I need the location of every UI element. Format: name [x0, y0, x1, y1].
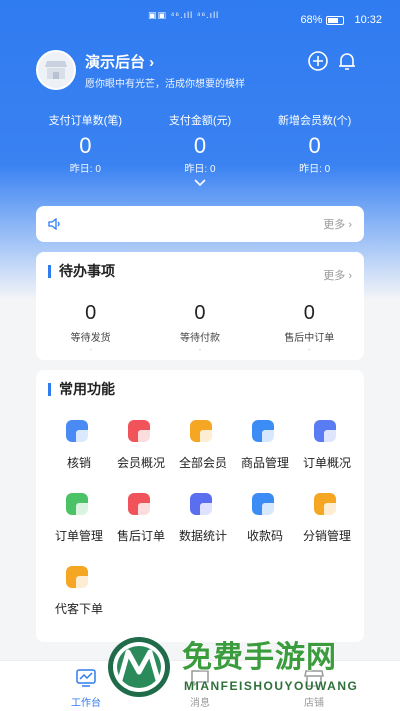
todo-label: 等待发货 [70, 333, 111, 344]
function-label: 会员概况 [116, 456, 165, 470]
icon-front-shape [76, 430, 94, 444]
speaker-icon [48, 218, 60, 230]
stat-label: 支付订单数(笔) [48, 115, 122, 127]
store-slogan: 愿你眼中有光芒，活成你想要的模样 [85, 78, 245, 90]
after-sale-icon [128, 491, 156, 517]
todo-item-after-sale[interactable]: 0 售后中订单 - [255, 302, 364, 354]
function-item[interactable]: 数据统计 [172, 491, 234, 544]
functions-grid: 核销 会员概况 全部会员 商品管理 订单概况订单管理 售后订单 数据统计 收款码 分销管理代客下… [48, 418, 358, 617]
cart-icon [252, 418, 280, 444]
stat-value: 0 [193, 133, 207, 158]
function-item[interactable]: 商品管理 [234, 418, 296, 471]
watermark-subtitle: MIANFEISHOUYOUWANG [184, 679, 359, 693]
function-label: 订单管理 [54, 529, 103, 543]
watermark-logo [108, 637, 170, 697]
stats-icon [190, 491, 218, 517]
function-item[interactable]: 收款码 [234, 491, 296, 544]
all-members-icon [190, 418, 218, 444]
store-name: 演示后台 › [85, 53, 155, 71]
stat-yesterday: 昨日: 0 [299, 164, 331, 175]
stat-value: 0 [79, 133, 92, 158]
icon-front-shape [200, 430, 218, 444]
watermark-title: 免费手游网 [182, 641, 337, 674]
notice-bar[interactable]: 更多 › [36, 206, 364, 242]
chevron-down-icon[interactable] [193, 178, 207, 188]
stat-new-members[interactable]: 新增会员数(个) 0 昨日: 0 [257, 112, 372, 175]
todo-dash: - [307, 345, 311, 354]
status-bar: ▣▣ ⁴⁶.ıll ⁴⁶.ıll 68% 10:32 [0, 0, 400, 38]
icon-front-shape [76, 503, 94, 517]
icon-front-shape [262, 430, 280, 444]
order-manage-icon [66, 491, 94, 517]
stats-panel: 支付订单数(笔) 0 昨日: 0 支付金额(元) 0 昨日: 0 新增会员数(个… [28, 112, 372, 175]
workbench-icon [76, 669, 96, 687]
verify-icon [66, 418, 94, 444]
todo-value: 0 [85, 302, 97, 324]
battery-icon [326, 15, 345, 25]
proxy-order-icon [66, 564, 94, 590]
todo-item-awaiting-shipment[interactable]: 0 等待发货 - [36, 302, 145, 354]
function-item[interactable]: 代客下单 [48, 564, 110, 617]
todo-item-awaiting-payment[interactable]: 0 等待付款 - [145, 302, 254, 354]
function-label: 全部会员 [178, 456, 227, 470]
member-overview-icon [128, 418, 156, 444]
function-label: 核销 [66, 456, 91, 470]
clock: 10:32 [354, 14, 382, 26]
stat-label: 支付金额(元) [168, 115, 232, 127]
function-item[interactable]: 会员概况 [110, 418, 172, 471]
stat-paid-amount[interactable]: 支付金额(元) 0 昨日: 0 [143, 112, 258, 175]
todo-more-link[interactable]: 更多 › [323, 267, 352, 283]
function-label: 分销管理 [302, 529, 351, 543]
todo-dash: - [89, 345, 92, 354]
function-item[interactable]: 订单管理 [48, 491, 110, 544]
icon-front-shape [324, 503, 342, 517]
stat-label: 新增会员数(个) [278, 115, 352, 127]
function-label: 收款码 [246, 529, 283, 543]
todo-value: 0 [194, 302, 206, 324]
function-label: 订单概况 [302, 456, 351, 470]
icon-front-shape [138, 430, 156, 444]
bell-icon[interactable] [336, 50, 358, 72]
function-label: 代客下单 [54, 602, 103, 616]
stat-yesterday: 昨日: 0 [184, 164, 216, 175]
todo-label: 等待付款 [179, 333, 220, 344]
function-item[interactable]: 全部会员 [172, 418, 234, 471]
order-overview-icon [314, 418, 342, 444]
function-item[interactable]: 售后订单 [110, 491, 172, 544]
icon-front-shape [324, 430, 342, 444]
function-item[interactable]: 订单概况 [296, 418, 358, 471]
todo-dash: - [198, 345, 202, 354]
todo-title: 待办事项 [48, 264, 115, 278]
store-icon [45, 61, 67, 79]
watermark: 免费手游网 MIANFEISHOUYOUWANG [100, 628, 400, 711]
todo-card: 待办事项 更多 › 0 等待发货 - 0 等待付款 - 0 售后中订单 - [36, 252, 364, 360]
icon-front-shape [76, 576, 94, 590]
function-label: 售后订单 [116, 529, 165, 543]
stat-yesterday: 昨日: 0 [69, 164, 101, 175]
stat-paid-orders[interactable]: 支付订单数(笔) 0 昨日: 0 [28, 112, 143, 175]
qrcode-icon [252, 491, 280, 517]
battery-percent: 68% [300, 14, 323, 26]
icon-front-shape [200, 503, 218, 517]
notice-more-link[interactable]: 更多 › [323, 216, 352, 232]
store-avatar [36, 50, 76, 90]
todo-value: 0 [303, 302, 315, 324]
function-item[interactable]: 分销管理 [296, 491, 358, 544]
icon-front-shape [262, 503, 280, 517]
functions-title: 常用功能 [48, 382, 115, 396]
store-switcher[interactable]: 演示后台 › 愿你眼中有光芒，活成你想要的模样 [36, 50, 245, 90]
todo-label: 售后中订单 [284, 333, 335, 344]
function-label: 商品管理 [240, 456, 289, 470]
function-item[interactable]: 核销 [48, 418, 110, 471]
distribution-icon [314, 491, 342, 517]
stat-value: 0 [308, 133, 321, 158]
icon-front-shape [138, 503, 156, 517]
function-label: 数据统计 [178, 529, 227, 543]
app-screen: ▣▣ ⁴⁶.ıll ⁴⁶.ıll 68% 10:32 演示后台 › 愿你眼中有光… [0, 0, 400, 711]
network-indicators: ▣▣ ⁴⁶.ıll ⁴⁶.ıll [148, 10, 220, 20]
functions-card: 常用功能 核销 会员概况 全部会员 商品管理 订单概况订单管理 售后订单 数据统计 收款码 分销… [36, 370, 364, 642]
add-icon[interactable] [307, 50, 329, 72]
